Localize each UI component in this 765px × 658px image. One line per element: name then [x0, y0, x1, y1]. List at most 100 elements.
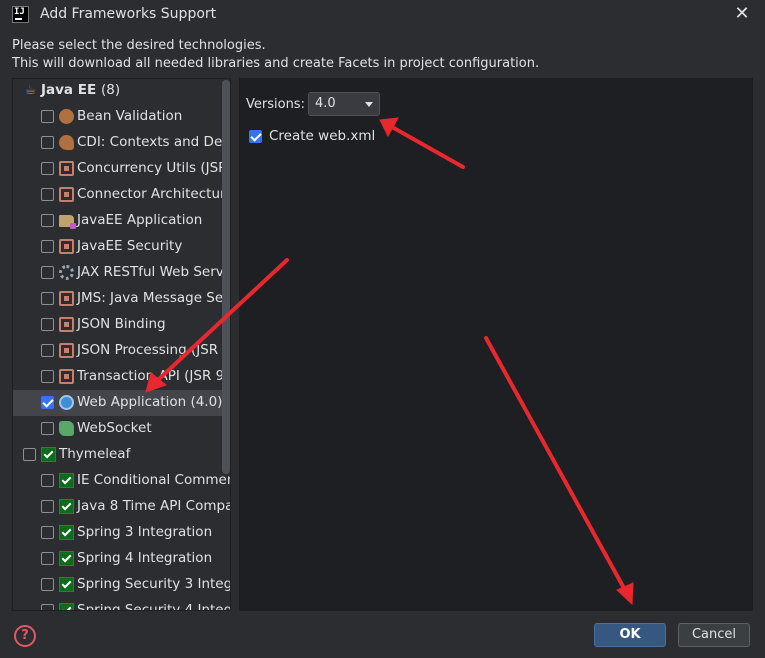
tree-item[interactable]: JMS: Java Message Servic	[13, 286, 230, 312]
tree-item[interactable]: JSON Processing (JSR 35	[13, 338, 230, 364]
tree-item-checkbox[interactable]	[41, 292, 54, 305]
intellij-logo-icon: IJ	[12, 6, 29, 23]
intro-text: Please select the desired technologies. …	[12, 37, 539, 73]
tree-item[interactable]: Web Application (4.0)	[13, 390, 223, 416]
tree-item[interactable]: Concurrency Utils (JSR 23	[13, 156, 230, 182]
thymeleaf-icon	[59, 525, 74, 540]
thymeleaf-icon	[59, 577, 74, 592]
tree-item-checkbox[interactable]	[41, 604, 54, 610]
title-bar: IJ Add Frameworks Support ✕	[0, 0, 765, 30]
tree-item-count: (8)	[101, 82, 121, 98]
intro-line-1: Please select the desired technologies.	[12, 38, 266, 53]
tree-item-label: Transaction API (JSR 907)	[77, 368, 231, 384]
tree-item[interactable]: Thymeleaf	[13, 442, 223, 468]
create-webxml-label[interactable]: Create web.xml	[269, 128, 375, 144]
tree-item-checkbox[interactable]	[41, 396, 54, 409]
tree-item-checkbox[interactable]	[41, 370, 54, 383]
tree-item[interactable]: Transaction API (JSR 907)	[13, 364, 230, 390]
ok-button[interactable]: OK	[594, 623, 666, 647]
module-icon	[59, 291, 74, 306]
thymeleaf-icon	[59, 473, 74, 488]
tree-item[interactable]: WebSocket	[13, 416, 223, 442]
tree-item-checkbox[interactable]	[41, 474, 54, 487]
tree-item-checkbox[interactable]	[41, 214, 54, 227]
tree-item-checkbox[interactable]	[41, 578, 54, 591]
tree-item-checkbox[interactable]	[23, 448, 36, 461]
tree-item-checkbox[interactable]	[41, 136, 54, 149]
intro-line-2: This will download all needed libraries …	[12, 56, 540, 71]
tree-item-checkbox[interactable]	[41, 188, 54, 201]
version-value: 4.0	[315, 96, 336, 111]
tree-item[interactable]: IE Conditional Comments	[13, 468, 230, 494]
tree-item[interactable]: Java 8 Time API Compatib	[13, 494, 230, 520]
bean-icon	[59, 109, 74, 124]
tree-scrollbar[interactable]	[222, 80, 230, 474]
module-icon	[59, 317, 74, 332]
tree-item-checkbox[interactable]	[41, 266, 54, 279]
tree-item-checkbox[interactable]	[41, 526, 54, 539]
tree-item-label: Spring Security 3 Integra	[77, 576, 231, 592]
thymeleaf-icon	[41, 447, 56, 462]
chevron-down-icon	[365, 102, 373, 107]
tree-item-label: CDI: Contexts and Depen	[77, 134, 231, 150]
thymeleaf-icon	[59, 551, 74, 566]
module-icon	[59, 369, 74, 384]
tree-item-label: IE Conditional Comments	[77, 472, 231, 488]
tree-item[interactable]: JAX RESTful Web Services	[13, 260, 230, 286]
tree-item[interactable]: Bean Validation	[13, 104, 223, 130]
tree-item[interactable]: Spring 4 Integration	[13, 546, 223, 572]
tree-item[interactable]: JavaEE Application	[13, 208, 223, 234]
close-icon[interactable]: ✕	[731, 3, 753, 25]
tree-item-label: WebSocket	[77, 420, 152, 436]
module-icon	[59, 239, 74, 254]
tree-item-label: Java 8 Time API Compatib	[77, 498, 230, 514]
tree-item-label: JAX RESTful Web Services	[77, 264, 230, 280]
tree-item[interactable]: JSON Binding	[13, 312, 223, 338]
tree-item-checkbox[interactable]	[41, 344, 54, 357]
thymeleaf-icon	[59, 603, 74, 610]
tree-item-label: Spring Security 4 Integra	[77, 602, 231, 611]
tree-item-checkbox[interactable]	[41, 240, 54, 253]
tree-item[interactable]: Connector Architecture (.	[13, 182, 230, 208]
java-icon: ☕	[24, 83, 37, 98]
tree-item[interactable]: ☕ Java EE (8)	[13, 79, 223, 104]
cdi-icon	[59, 135, 74, 150]
globe-icon	[59, 395, 74, 410]
cancel-button[interactable]: Cancel	[678, 623, 750, 647]
tree-item-checkbox[interactable]	[41, 162, 54, 175]
versions-label: Versions:	[246, 97, 305, 112]
version-dropdown[interactable]: 4.0	[308, 92, 380, 116]
create-webxml-checkbox[interactable]	[249, 130, 262, 143]
tree-item-label: Java EE	[41, 82, 97, 98]
tree-item[interactable]: Spring Security 4 Integra	[13, 598, 230, 610]
tree-item-label: Concurrency Utils (JSR 23	[77, 160, 230, 176]
tree-item-label: Spring 3 Integration	[77, 524, 213, 540]
tree-item[interactable]: CDI: Contexts and Depen	[13, 130, 230, 156]
help-icon[interactable]: ?	[14, 625, 36, 647]
tree-item-label: Spring 4 Integration	[77, 550, 213, 566]
tree-item-label: JavaEE Application	[77, 212, 203, 228]
tree-item-checkbox[interactable]	[41, 422, 54, 435]
module-icon	[59, 161, 74, 176]
tree-item[interactable]: JavaEE Security	[13, 234, 223, 260]
tree-item-checkbox[interactable]	[41, 110, 54, 123]
tree-item[interactable]: Spring 3 Integration	[13, 520, 223, 546]
tree-item-label: Thymeleaf	[59, 446, 131, 462]
tree-item-label: Web Application (4.0)	[77, 394, 223, 410]
tree-item-checkbox[interactable]	[41, 552, 54, 565]
window-title: Add Frameworks Support	[40, 6, 217, 22]
tree-item-checkbox[interactable]	[41, 318, 54, 331]
folder-icon	[59, 215, 76, 229]
puzzle-icon	[59, 421, 74, 436]
tree-item-label: Connector Architecture (.	[77, 186, 231, 202]
technology-tree[interactable]: ☕ Java EE (8) Bean Validation CDI: Contexts …	[12, 78, 231, 611]
gear-icon	[59, 265, 74, 280]
module-icon	[59, 343, 74, 358]
tree-item-label: JMS: Java Message Servic	[77, 290, 231, 306]
tree-item-label: JSON Processing (JSR 35	[77, 342, 231, 358]
thymeleaf-icon	[59, 499, 74, 514]
tree-item-label: Bean Validation	[77, 108, 183, 124]
tree-item-checkbox[interactable]	[41, 500, 54, 513]
tree-item[interactable]: Spring Security 3 Integra	[13, 572, 230, 598]
module-icon	[59, 187, 74, 202]
